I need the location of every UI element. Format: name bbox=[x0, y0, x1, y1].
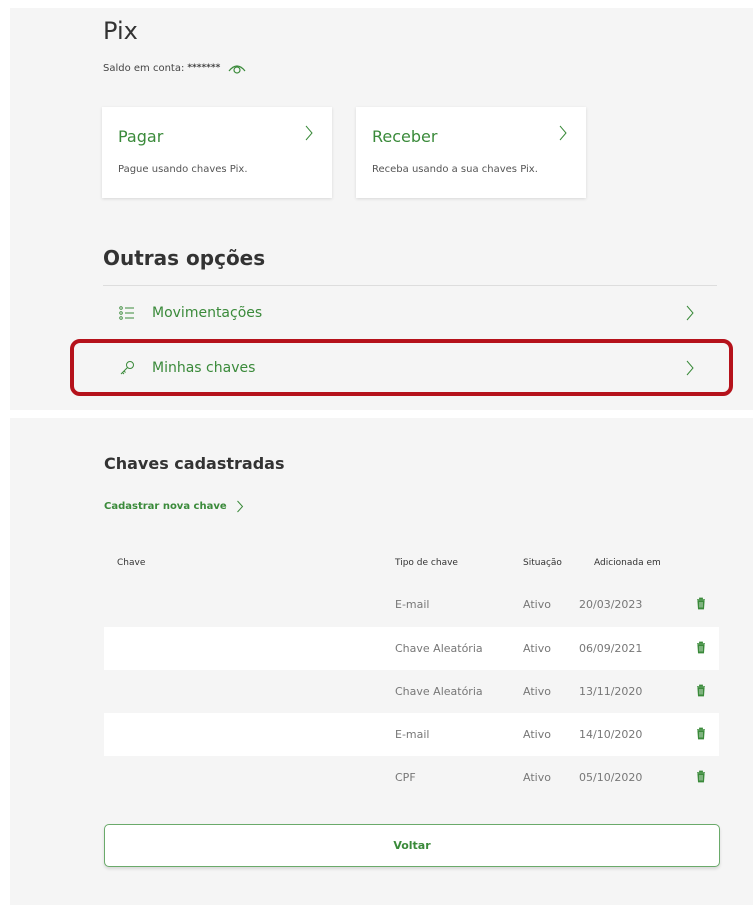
eye-icon[interactable] bbox=[228, 62, 246, 74]
key-type: E-mail bbox=[395, 728, 430, 741]
trash-icon[interactable] bbox=[696, 597, 706, 610]
divider bbox=[103, 285, 717, 286]
pay-card[interactable]: Pagar Pague usando chaves Pix. bbox=[102, 107, 332, 198]
chevron-right-icon bbox=[686, 305, 694, 321]
pay-card-description: Pague usando chaves Pix. bbox=[118, 164, 248, 175]
key-type: E-mail bbox=[395, 598, 430, 611]
key-date: 05/10/2020 bbox=[579, 771, 643, 784]
option-movimentacoes[interactable]: Movimentações bbox=[103, 290, 717, 336]
list-icon bbox=[119, 306, 134, 320]
register-new-key-link[interactable]: Cadastrar nova chave bbox=[104, 500, 244, 513]
chevron-right-icon bbox=[236, 500, 243, 513]
column-header-key: Chave bbox=[117, 558, 146, 568]
column-header-date: Adicionada em bbox=[594, 558, 661, 568]
pay-card-title: Pagar bbox=[118, 127, 164, 146]
table-row: E-mail Ativo 20/03/2023 bbox=[104, 583, 719, 626]
key-type: Chave Aleatória bbox=[395, 685, 483, 698]
chevron-right-icon bbox=[559, 125, 567, 141]
table-row: Chave Aleatória Ativo 13/11/2020 bbox=[104, 670, 719, 713]
receive-card-description: Receba usando a sua chaves Pix. bbox=[372, 164, 538, 175]
back-button[interactable]: Voltar bbox=[104, 824, 720, 867]
balance-value: ******* bbox=[187, 63, 221, 73]
key-date: 06/09/2021 bbox=[579, 642, 643, 655]
key-status: Ativo bbox=[523, 642, 551, 655]
trash-icon[interactable] bbox=[696, 727, 706, 740]
balance: Saldo em conta: ******* bbox=[103, 62, 246, 74]
key-type: Chave Aleatória bbox=[395, 642, 483, 655]
page-title: Pix bbox=[103, 17, 138, 45]
key-date: 13/11/2020 bbox=[579, 685, 643, 698]
other-options-title: Outras opções bbox=[103, 246, 266, 270]
key-status: Ativo bbox=[523, 771, 551, 784]
table-row: Chave Aleatória Ativo 06/09/2021 bbox=[104, 627, 719, 670]
trash-icon[interactable] bbox=[696, 641, 706, 654]
receive-card-title: Receber bbox=[372, 127, 438, 146]
table-row: E-mail Ativo 14/10/2020 bbox=[104, 713, 719, 756]
register-new-key-label: Cadastrar nova chave bbox=[104, 501, 227, 512]
trash-icon[interactable] bbox=[696, 684, 706, 697]
key-date: 14/10/2020 bbox=[579, 728, 643, 741]
key-status: Ativo bbox=[523, 685, 551, 698]
trash-icon[interactable] bbox=[696, 770, 706, 783]
key-status: Ativo bbox=[523, 598, 551, 611]
chevron-right-icon bbox=[305, 125, 313, 141]
table-row: CPF Ativo 05/10/2020 bbox=[104, 756, 719, 799]
balance-label: Saldo em conta: bbox=[103, 62, 185, 74]
key-date: 20/03/2023 bbox=[579, 598, 643, 611]
option-label: Movimentações bbox=[152, 305, 263, 321]
key-status: Ativo bbox=[523, 728, 551, 741]
receive-card[interactable]: Receber Receba usando a sua chaves Pix. bbox=[356, 107, 586, 198]
column-header-status: Situação bbox=[523, 558, 562, 568]
column-header-type: Tipo de chave bbox=[395, 558, 458, 568]
registered-keys-title: Chaves cadastradas bbox=[104, 454, 285, 473]
highlight-frame bbox=[70, 339, 733, 396]
key-type: CPF bbox=[395, 771, 416, 784]
